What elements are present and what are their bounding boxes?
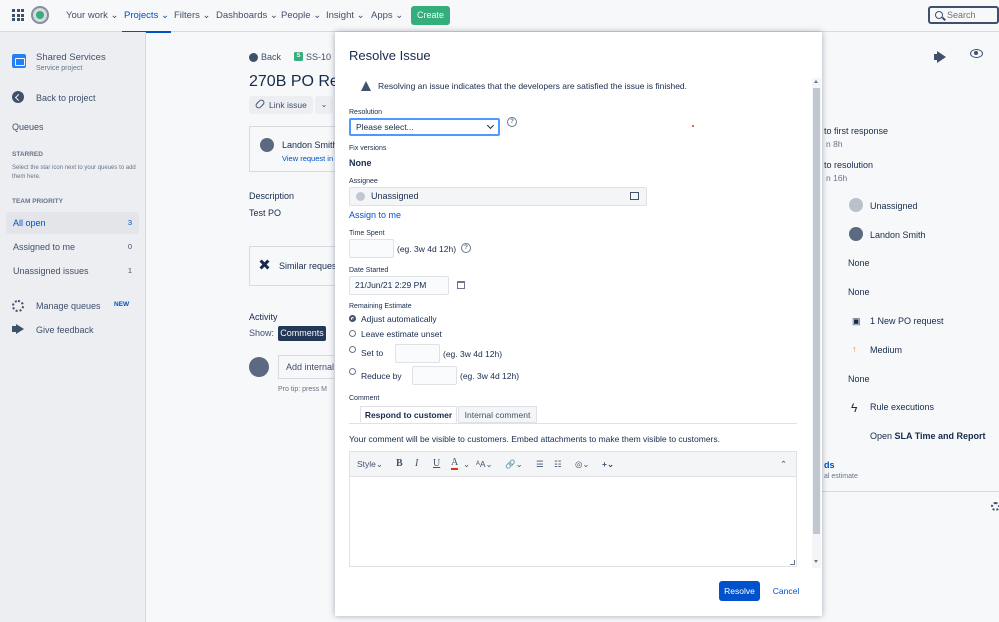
reduce-by-label[interactable]: Reduce by (361, 371, 402, 381)
resolution-select[interactable]: Please select... (349, 118, 500, 136)
fix-versions-label: Fix versions (349, 145, 386, 152)
tab-respond-to-customer[interactable]: Respond to customer (360, 406, 457, 423)
resolve-issue-dialog: Resolve Issue Resolving an issue indicat… (335, 32, 822, 616)
fix-versions-value[interactable]: None (349, 158, 372, 168)
text-size-button[interactable]: ᴬA⌄ (476, 459, 493, 470)
comment-visibility-note: Your comment will be visible to customer… (349, 434, 720, 444)
comment-editor[interactable]: Style⌄ B I U A ⌄ ᴬA⌄ 🔗⌄ ☰ ☷ ◎⌄ +⌄ ⌃ (349, 451, 797, 567)
calendar-icon[interactable] (457, 281, 465, 289)
reduce-by-radio[interactable] (349, 368, 356, 375)
underline-button[interactable]: U (433, 458, 440, 469)
style-dropdown[interactable]: Style⌄ (357, 459, 383, 470)
editor-toolbar: Style⌄ B I U A ⌄ ᴬA⌄ 🔗⌄ ☰ ☷ ◎⌄ +⌄ ⌃ (350, 452, 796, 477)
dialog-title: Resolve Issue (349, 48, 431, 63)
tab-divider (349, 423, 797, 424)
comment-label: Comment (349, 395, 379, 402)
text-color-button[interactable]: A (451, 457, 458, 470)
help-icon[interactable]: ? (507, 117, 517, 127)
emoji-icon[interactable]: ◎⌄ (575, 459, 590, 470)
assign-to-me-link[interactable]: Assign to me (349, 210, 401, 220)
text-color-chevron-icon[interactable]: ⌄ (463, 459, 470, 470)
resolve-button[interactable]: Resolve (719, 581, 760, 601)
resize-handle-icon[interactable] (790, 560, 795, 565)
warning-message: Resolving an issue indicates that the de… (378, 81, 687, 91)
time-spent-input[interactable] (349, 239, 394, 258)
user-picker-icon[interactable] (630, 192, 639, 200)
leave-estimate-unset-label[interactable]: Leave estimate unset (361, 329, 442, 339)
leave-estimate-unset-radio[interactable] (349, 330, 356, 337)
cancel-button[interactable]: Cancel (769, 581, 803, 601)
scrollbar-thumb[interactable] (813, 88, 820, 534)
remaining-estimate-label: Remaining Estimate (349, 303, 412, 310)
reduce-by-input[interactable] (412, 366, 457, 385)
scroll-down-icon[interactable] (814, 560, 818, 563)
collapse-toolbar-icon[interactable]: ⌃ (780, 459, 787, 470)
set-to-input[interactable] (395, 344, 440, 363)
date-started-label: Date Started (349, 267, 388, 274)
dialog-scrollbar[interactable] (812, 78, 821, 568)
bold-button[interactable]: B (396, 458, 403, 469)
scroll-up-icon[interactable] (814, 80, 818, 83)
adjust-automatically-radio[interactable] (349, 315, 356, 322)
indicator-dot (692, 125, 694, 127)
date-started-input[interactable]: 21/Jun/21 2:29 PM (349, 276, 449, 295)
tab-internal-comment[interactable]: Internal comment (458, 406, 537, 423)
warning-icon (361, 81, 371, 91)
time-spent-label: Time Spent (349, 230, 385, 237)
italic-button[interactable]: I (415, 458, 418, 469)
resolution-label: Resolution (349, 109, 382, 116)
set-to-hint: (eg. 3w 4d 12h) (443, 349, 502, 359)
set-to-label[interactable]: Set to (361, 348, 383, 358)
link-icon[interactable]: 🔗⌄ (505, 459, 523, 470)
numbered-list-icon[interactable]: ☷ (554, 459, 562, 470)
adjust-automatically-label[interactable]: Adjust automatically (361, 314, 437, 324)
set-to-radio[interactable] (349, 346, 356, 353)
assignee-label: Assignee (349, 178, 378, 185)
unassigned-avatar-icon (356, 192, 365, 201)
reduce-by-hint: (eg. 3w 4d 12h) (460, 371, 519, 381)
help-icon[interactable]: ? (461, 243, 471, 253)
time-spent-hint: (eg. 3w 4d 12h) (397, 244, 456, 254)
insert-plus-icon[interactable]: +⌄ (602, 459, 614, 470)
chevron-down-icon (487, 122, 494, 129)
assignee-field[interactable]: Unassigned (349, 187, 647, 206)
bullet-list-icon[interactable]: ☰ (536, 459, 544, 470)
